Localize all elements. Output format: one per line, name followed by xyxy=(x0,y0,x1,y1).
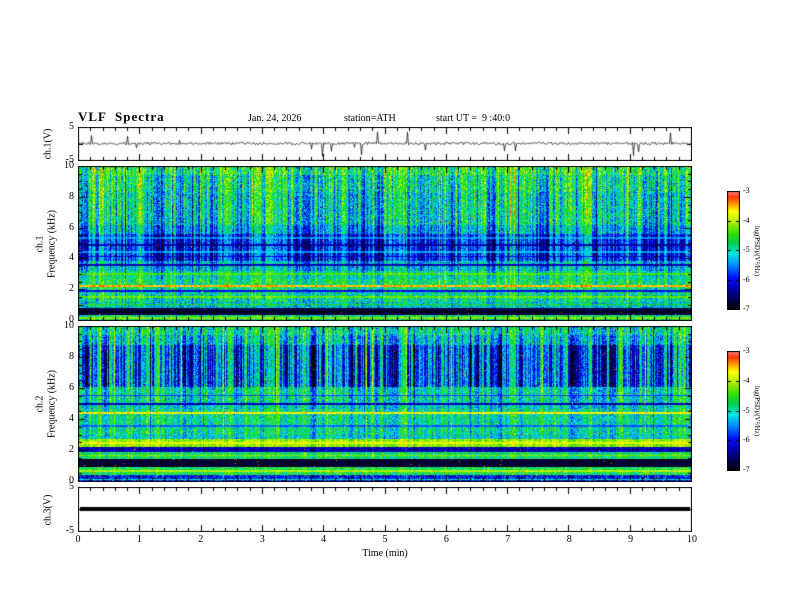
y-tick-label: 2 xyxy=(69,444,74,455)
colorbar-tick-label: -6 xyxy=(743,274,750,284)
y-tick-label: 5 xyxy=(69,121,74,132)
start-ut-label: start UT = 9 :40:0 xyxy=(436,113,511,124)
x-tick-label: 2 xyxy=(198,534,204,545)
x-tick-label: 7 xyxy=(505,534,511,545)
x-tick-label: 9 xyxy=(628,534,634,545)
x-tick-label: 6 xyxy=(443,534,449,545)
y-tick-label: 10 xyxy=(64,320,74,331)
y-tick-label: 6 xyxy=(69,221,74,233)
colorbar-tick-label: -4 xyxy=(743,215,750,225)
x-axis-title: Time (min) xyxy=(362,548,408,559)
ch1-waveform-canvas xyxy=(78,127,692,161)
x-tick-label: 1 xyxy=(136,534,142,545)
date-label: Jan. 24, 2026 xyxy=(248,113,302,124)
ch2-frequency-axis-label: ch.2 Frequency (kHz) xyxy=(35,370,58,438)
colorbar-tick-label: -4 xyxy=(743,375,750,385)
ch1-label-line2: Frequency (kHz) xyxy=(46,209,57,278)
ch1-label-line1: ch.1 xyxy=(34,235,46,252)
figure-title: VLF Spectra xyxy=(78,109,165,124)
colorbar1-canvas xyxy=(727,191,740,310)
colorbar-tick-label: -6 xyxy=(743,435,750,445)
y-tick-label: 6 xyxy=(69,382,74,393)
y-tick-label: 4 xyxy=(69,252,74,264)
x-tick-label: 3 xyxy=(259,534,265,545)
ch3-voltage-axis-label: ch.3(V) xyxy=(42,494,54,525)
colorbar-tick-label: -7 xyxy=(743,465,750,474)
ch3-waveform-canvas xyxy=(78,487,692,532)
colorbar-tick-label: -7 xyxy=(743,304,750,313)
y-tick-label: 5 xyxy=(69,481,74,492)
y-tick-label: 8 xyxy=(69,351,74,362)
ch2-label-line2: Frequency (kHz) xyxy=(46,369,57,439)
ch1-frequency-axis-label: ch.1 Frequency (kHz) xyxy=(35,209,58,277)
y-tick-label: -5 xyxy=(65,525,74,536)
colorbar-tick-label: -3 xyxy=(743,346,750,355)
x-tick-label: 8 xyxy=(566,534,572,545)
y-tick-label: 2 xyxy=(69,283,74,295)
colorbar-tick-label: -5 xyxy=(743,245,750,254)
x-tick-label: 5 xyxy=(382,534,388,545)
colorbar-tick-label: -3 xyxy=(743,186,750,195)
station-label: station=ATH xyxy=(344,113,396,124)
x-tick-label: 10 xyxy=(687,534,697,545)
y-tick-label: 8 xyxy=(69,190,74,202)
colorbar-tick-label: -5 xyxy=(743,405,750,415)
ch2-spectrogram-canvas xyxy=(78,326,692,482)
ch1-spectrogram-canvas xyxy=(78,166,692,321)
colorbar2-canvas xyxy=(727,351,740,471)
y-tick-label: 10 xyxy=(64,160,74,171)
vlf-spectra-figure: VLF Spectra Jan. 24, 2026 station=ATH st… xyxy=(0,0,792,612)
ch3-voltage-axis-text: ch.3(V) xyxy=(42,494,54,525)
x-tick-label: 4 xyxy=(321,534,327,545)
ch2-label-line1: ch.2 xyxy=(34,395,46,413)
y-tick-label: 4 xyxy=(69,413,74,424)
